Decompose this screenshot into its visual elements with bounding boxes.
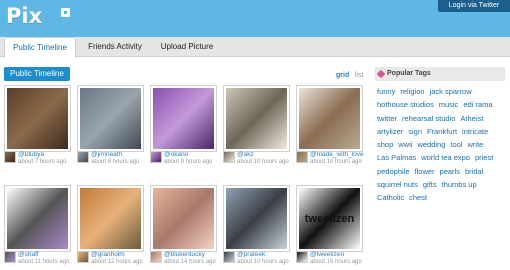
username-link[interactable]: @tweetizen [310, 251, 344, 258]
login-twitter-button[interactable]: Login via Twitter [438, 0, 510, 12]
tag-link[interactable]: bridal [465, 165, 483, 178]
popular-tags-title: Popular Tags [387, 70, 431, 77]
timestamp: about 14 hours ago [164, 259, 216, 265]
tag-link[interactable]: chest [409, 191, 427, 204]
logo-badge-icon [61, 8, 70, 17]
tag-link[interactable]: tool [450, 138, 462, 151]
timestamp: about 11 hours ago [18, 259, 70, 265]
photo-image [80, 88, 141, 149]
photo-image [153, 188, 214, 249]
tag-link[interactable]: pearls [440, 165, 460, 178]
photo-image [299, 88, 360, 149]
photo-thumbnail[interactable] [4, 85, 71, 152]
photo-thumbnail[interactable] [4, 185, 71, 252]
timestamp: about 10 hours ago [237, 159, 289, 165]
photo-image [226, 88, 287, 149]
avatar[interactable] [150, 151, 162, 163]
username-link[interactable]: @blukentucky [164, 251, 205, 258]
tag-link[interactable]: twitter [377, 112, 397, 125]
tag-link[interactable]: Frankfurt [427, 125, 457, 138]
username-link[interactable]: @okano [164, 151, 188, 158]
tag-link[interactable]: squirrel nuts [377, 178, 418, 191]
tag-link[interactable]: hothouse studios [377, 98, 434, 111]
avatar[interactable] [77, 151, 89, 163]
photo-image: tweetizen [299, 188, 360, 249]
tag-link[interactable]: edi rama [463, 98, 492, 111]
tag-link[interactable]: Atheist [460, 112, 483, 125]
page-title: Public Timeline [4, 67, 70, 81]
timestamp: about 16 hours ago [310, 259, 362, 265]
photo-thumbnail[interactable]: tweetizen [296, 185, 363, 252]
tag-link[interactable]: wedding [417, 138, 445, 151]
tab-bar: Public Timeline Friends Activity Upload … [0, 37, 510, 58]
tag-link[interactable]: music [439, 98, 459, 111]
photo-thumbnail[interactable] [77, 185, 144, 252]
popular-tags-header: Popular Tags [375, 67, 505, 81]
tag-cloud: funny religion jack sparrowhothouse studio… [377, 85, 505, 205]
logo-text: Pix [6, 4, 43, 28]
timestamp: about 12 hours ago [91, 259, 143, 265]
photo-thumbnail[interactable] [223, 185, 290, 252]
tag-link[interactable]: sign [408, 125, 422, 138]
photo-thumbnail[interactable] [150, 185, 217, 252]
avatar[interactable] [223, 251, 235, 263]
list-view-link[interactable]: list [355, 72, 364, 79]
timestamp: about 10 hours ago [237, 259, 289, 265]
tag-link[interactable]: intricate [462, 125, 488, 138]
username-link[interactable]: @tdubya [18, 151, 44, 158]
timestamp: about 9 hours ago [164, 159, 213, 165]
avatar[interactable] [296, 251, 308, 263]
tag-link[interactable]: world tea expo [421, 151, 470, 164]
grid-view-link[interactable]: grid [336, 72, 349, 79]
tag-link[interactable]: priest [475, 151, 493, 164]
photo-image [226, 188, 287, 249]
photo-thumbnail[interactable] [77, 85, 144, 152]
tab-upload-picture[interactable]: Upload Picture [154, 37, 220, 57]
tag-link[interactable]: religion [400, 85, 424, 98]
tag-link[interactable]: jack sparrow [430, 85, 472, 98]
tag-link[interactable]: write [467, 138, 483, 151]
avatar[interactable] [4, 251, 16, 263]
top-bar: Pix Login via Twitter [0, 0, 510, 37]
tag-link[interactable]: wwii [398, 138, 412, 151]
photo-thumbnail[interactable] [296, 85, 363, 152]
tag-icon [376, 69, 386, 79]
username-link[interactable]: @granholm [91, 251, 125, 258]
avatar[interactable] [4, 151, 16, 163]
tag-link[interactable]: pedophile [377, 165, 410, 178]
timestamp: about 7 hours ago [18, 159, 67, 165]
username-link[interactable]: @akz [237, 151, 254, 158]
avatar[interactable] [150, 251, 162, 263]
tag-link[interactable]: gifts [423, 178, 437, 191]
username-link[interactable]: @jimneath [91, 151, 122, 158]
avatar[interactable] [77, 251, 89, 263]
avatar[interactable] [296, 151, 308, 163]
photo-image [80, 188, 141, 249]
username-link[interactable]: @prateek [237, 251, 265, 258]
timestamp: about 8 hours ago [91, 159, 140, 165]
tag-link[interactable]: artylizer [377, 125, 403, 138]
photo-thumbnail[interactable] [223, 85, 290, 152]
avatar[interactable] [223, 151, 235, 163]
tag-link[interactable]: Catholic [377, 191, 404, 204]
pixim-logo[interactable]: Pix [6, 4, 76, 32]
photo-image [7, 188, 68, 249]
tag-link[interactable]: Las Palmas [377, 151, 416, 164]
photo-thumbnail[interactable] [150, 85, 217, 152]
tag-link[interactable]: thumbs up [442, 178, 477, 191]
tab-friends-activity[interactable]: Friends Activity [80, 37, 150, 57]
tag-link[interactable]: flower [415, 165, 435, 178]
tag-link[interactable]: funny [377, 85, 395, 98]
username-link[interactable]: @made_with_love [310, 151, 364, 158]
photo-image [153, 88, 214, 149]
username-link[interactable]: @shaff [18, 251, 39, 258]
photo-image [7, 88, 68, 149]
tag-link[interactable]: rehearsal studio [402, 112, 455, 125]
tab-public-timeline[interactable]: Public Timeline [4, 37, 76, 58]
timestamp: about 10 hours ago [310, 159, 362, 165]
tag-link[interactable]: shop [377, 138, 393, 151]
